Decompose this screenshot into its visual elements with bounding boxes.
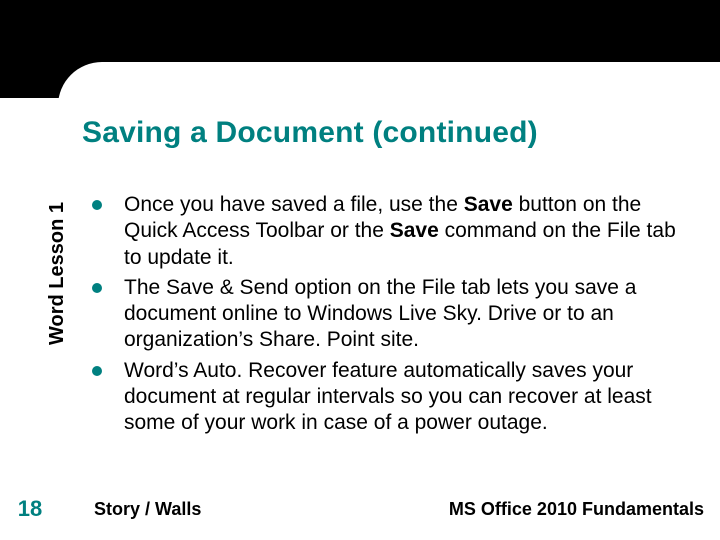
footer: 18 Story / Walls MS Office 2010 Fundamen… <box>0 496 720 522</box>
sidebar-lesson-label: Word Lesson 1 <box>46 202 69 345</box>
bullet-icon <box>92 200 102 210</box>
slide-number: 18 <box>0 496 60 522</box>
bullet-text: The Save & Send option on the File tab l… <box>124 275 690 354</box>
slide-title: Saving a Document (continued) <box>82 116 538 150</box>
footer-left: Story / Walls <box>94 499 201 520</box>
list-item: Once you have saved a file, use the Save… <box>92 192 690 271</box>
list-item: The Save & Send option on the File tab l… <box>92 275 690 354</box>
bullet-icon <box>92 366 102 376</box>
bullet-icon <box>92 283 102 293</box>
bullet-list: Once you have saved a file, use the Save… <box>92 192 690 440</box>
bullet-text: Word’s Auto. Recover feature automatical… <box>124 358 690 437</box>
footer-right: MS Office 2010 Fundamentals <box>449 499 704 520</box>
bullet-text: Once you have saved a file, use the Save… <box>124 192 690 271</box>
list-item: Word’s Auto. Recover feature automatical… <box>92 358 690 437</box>
